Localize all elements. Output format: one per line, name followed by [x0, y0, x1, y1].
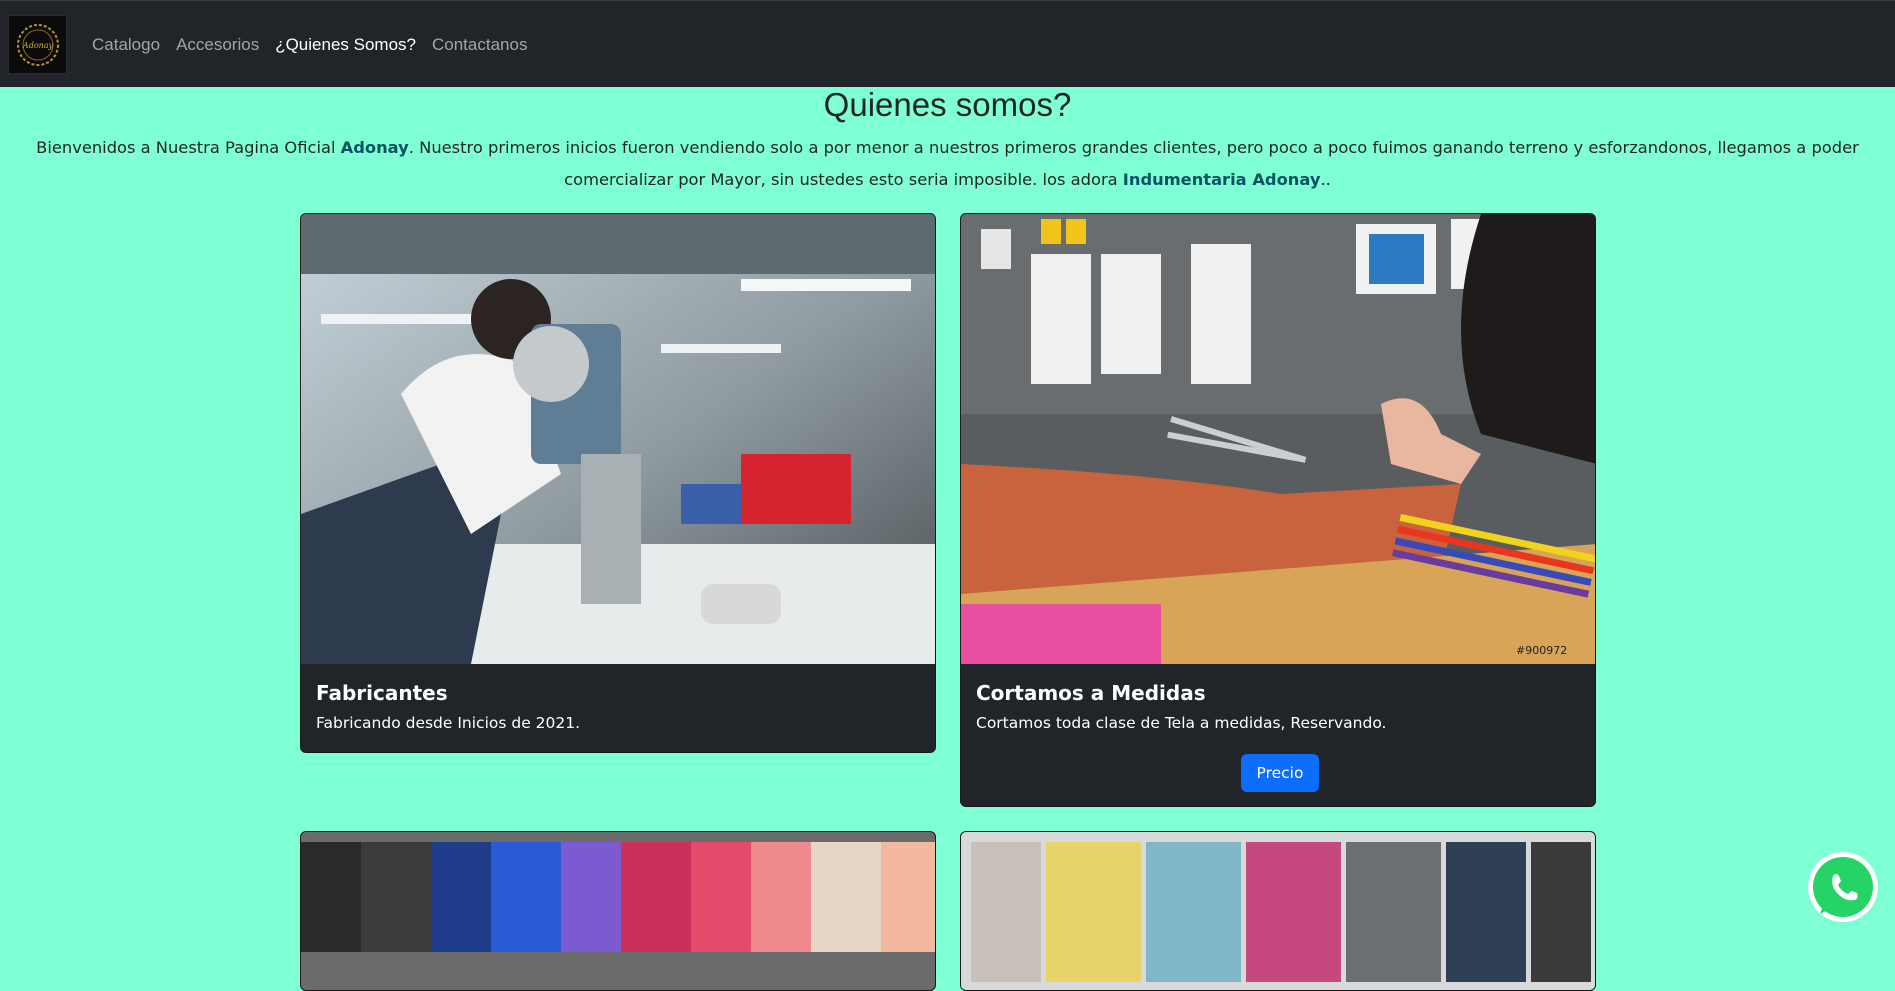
navbar: Adonay Catalogo Accesorios ¿Quienes Somo…: [0, 0, 1895, 87]
intro-paragraph: Bienvenidos a Nuestra Pagina Oficial Ado…: [0, 132, 1895, 196]
nav-link-contactanos[interactable]: Contactanos: [432, 35, 527, 55]
nav-links: Catalogo Accesorios ¿Quienes Somos? Cont…: [92, 1, 527, 88]
whatsapp-icon: [1808, 852, 1878, 922]
intro-text-1: Bienvenidos a Nuestra Pagina Oficial: [36, 138, 341, 157]
fabric-rolls-image: [301, 832, 935, 990]
image-code: #900972: [1516, 644, 1567, 657]
card-text: Cortamos toda clase de Tela a medidas, R…: [976, 714, 1387, 732]
fabric-shelves-image: [961, 832, 1595, 990]
nav-link-accesorios[interactable]: Accesorios: [176, 35, 259, 55]
card-text: Fabricando desde Inicios de 2021.: [316, 714, 581, 732]
logo-text: Adonay: [21, 41, 53, 50]
logo-wreath-icon: Adonay: [16, 23, 59, 66]
card-fabricantes: Fabricantes Fabricando desde Inicios de …: [300, 213, 936, 753]
brand-logo[interactable]: Adonay: [8, 15, 67, 74]
nav-link-quienes-somos[interactable]: ¿Quienes Somos?: [275, 35, 416, 55]
nav-link-catalogo[interactable]: Catalogo: [92, 35, 160, 55]
page-title: Quienes somos?: [823, 86, 1072, 123]
card-title: Cortamos a Medidas: [976, 681, 1206, 705]
brand-highlight-full: Indumentaria Adonay: [1122, 170, 1321, 189]
precio-button[interactable]: Precio: [1241, 754, 1319, 792]
intro-text-3: ..: [1320, 170, 1331, 189]
factory-worker-image: [301, 214, 935, 664]
whatsapp-button[interactable]: [1806, 850, 1880, 924]
card-title: Fabricantes: [316, 681, 448, 705]
card-fabric-shelves: [960, 831, 1596, 991]
fabric-cutting-image: #900972: [961, 214, 1595, 664]
brand-highlight: Adonay: [340, 138, 409, 157]
card-fabric-rolls: [300, 831, 936, 991]
card-cortamos-a-medidas: #900972 Cortamos a Medidas Cortamos toda…: [960, 213, 1596, 807]
